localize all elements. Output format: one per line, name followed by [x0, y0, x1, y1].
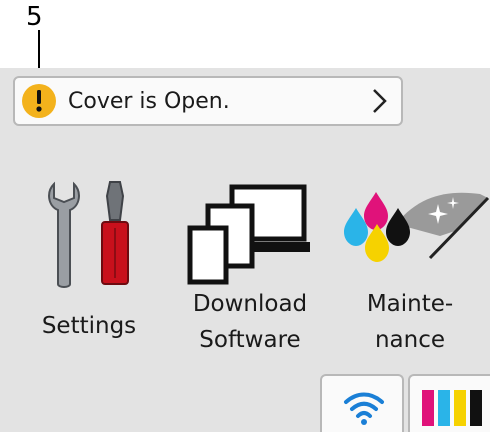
status-bar-button[interactable]: Cover is Open.: [13, 76, 403, 126]
maintenance-label-line1: Mainte-: [366, 291, 454, 317]
devices-icon: [187, 184, 310, 285]
ink-levels-icon: [422, 390, 482, 426]
ink-levels-button[interactable]: [408, 374, 490, 432]
download-label-line1: Download: [192, 291, 308, 317]
download-label-line2: Software: [199, 327, 301, 353]
chevron-right-icon: [373, 89, 387, 113]
wifi-status-button[interactable]: [320, 374, 404, 432]
maintenance-label-line2: nance: [374, 327, 446, 353]
warning-icon: [22, 84, 56, 118]
wifi-icon: [344, 392, 384, 425]
callout-number: 5: [26, 2, 43, 32]
status-message: Cover is Open.: [68, 88, 230, 114]
ink-drops-icon: [344, 192, 490, 262]
wrench-screwdriver-icon: [48, 181, 129, 288]
settings-label: Settings: [41, 313, 137, 339]
